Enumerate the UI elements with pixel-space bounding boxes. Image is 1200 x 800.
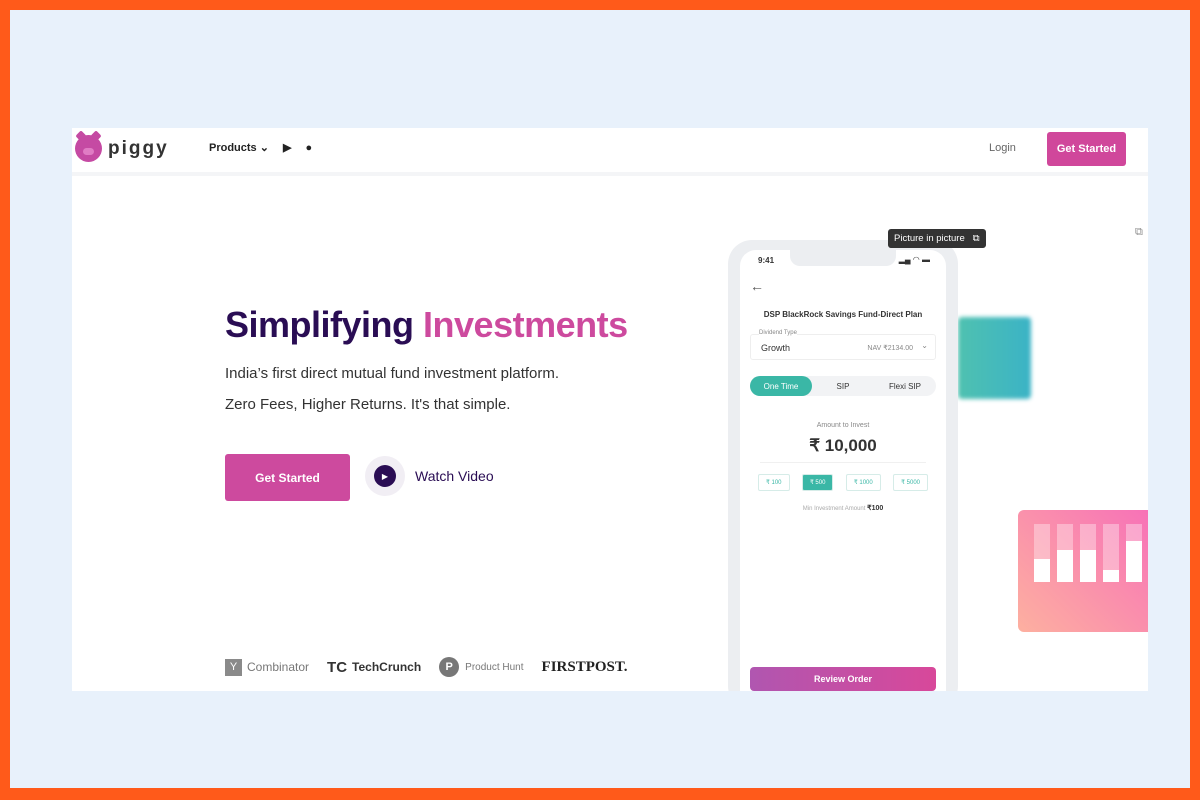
firstpost-logo: FIRSTPOST.	[541, 658, 628, 675]
watch-video-button[interactable]: ▶ Watch Video	[365, 456, 494, 496]
producthunt-logo: P Product Hunt	[439, 657, 524, 677]
pip-label: Picture in picture	[894, 233, 965, 244]
hero-title: Simplifying Investments	[225, 304, 628, 346]
amount-label: Amount to Invest	[816, 422, 870, 429]
bar-card-bar	[1057, 524, 1073, 582]
extension-icon[interactable]: ⧉	[1135, 226, 1143, 239]
login-link[interactable]: Login	[989, 142, 1016, 154]
phone-screen: 9:41 ▂▄ ◠ ▬ ← DSP BlackRock Savings Fund…	[740, 250, 946, 691]
products-label: Products	[209, 142, 257, 154]
tab-one-time[interactable]: One Time	[750, 376, 812, 396]
tab-sip[interactable]: SIP	[812, 382, 874, 391]
chevron-down-icon: ⌄	[259, 142, 269, 154]
title-part2: Investments	[423, 304, 628, 345]
chip-500[interactable]: ₹ 500	[801, 474, 834, 491]
chip-5000[interactable]: ₹ 5000	[893, 474, 928, 491]
brand-name: piggy	[108, 137, 169, 159]
chevron-down-icon: ⌄	[921, 341, 928, 350]
picture-in-picture-tooltip[interactable]: Picture in picture ⧉	[888, 229, 986, 248]
watch-video-label: Watch Video	[415, 468, 494, 484]
header: piggy Products ⌄ ▶ ● Login Get Started	[72, 128, 1148, 176]
back-arrow-icon[interactable]: ←	[750, 278, 764, 294]
amount-chips: ₹ 100 ₹ 500 ₹ 1000 ₹ 5000	[758, 474, 928, 491]
bar-card-bar	[1034, 524, 1050, 582]
dividend-select[interactable]: Dividend Type Growth NAV ₹2134.00 ⌄	[750, 330, 936, 360]
dividend-label: Dividend Type	[759, 330, 797, 336]
play-icon: ▶	[365, 456, 405, 496]
phone-time: 9:41	[758, 256, 775, 265]
min-investment: Min Investment Amount ₹100	[802, 505, 884, 512]
fund-name: DSP BlackRock Savings Fund-Direct Plan	[763, 310, 923, 319]
techcrunch-logo: TC TechCrunch	[327, 658, 422, 676]
chip-1000[interactable]: ₹ 1000	[845, 474, 881, 491]
title-part1: Simplifying	[225, 304, 414, 345]
get-started-button[interactable]: Get Started	[225, 454, 350, 501]
review-order-button[interactable]: Review Order	[750, 667, 936, 691]
pig-logo-icon	[75, 135, 102, 162]
phone-mockup: 9:41 ▂▄ ◠ ▬ ← DSP BlackRock Savings Fund…	[728, 240, 958, 691]
hero-subtitle-1: India’s first direct mutual fund investm…	[225, 365, 560, 382]
pip-icon: ⧉	[972, 233, 980, 244]
bar-card-bar	[1080, 524, 1096, 582]
bar-card-bar	[1126, 524, 1142, 582]
apple-icon[interactable]: ●	[305, 142, 312, 154]
nav: Products ⌄ ▶ ●	[209, 141, 312, 155]
web-page: piggy Products ⌄ ▶ ● Login Get Started S…	[72, 128, 1148, 691]
dividend-value: Growth	[761, 343, 791, 353]
status-icons: ▂▄ ◠ ▬	[898, 255, 930, 264]
hero-subtitle-2: Zero Fees, Higher Returns. It's that sim…	[225, 396, 511, 413]
background-frame: piggy Products ⌄ ▶ ● Login Get Started S…	[10, 10, 1190, 788]
nav-value: NAV ₹2134.00	[867, 345, 913, 352]
ycombinator-logo: Y Combinator	[225, 658, 309, 676]
header-get-started-button[interactable]: Get Started	[1047, 132, 1126, 166]
press-logos: Y Combinator TC TechCrunch P Product Hunt F…	[225, 657, 628, 677]
invest-type-tabs: One Time SIP Flexi SIP	[750, 376, 936, 396]
bar-chart-card	[1018, 510, 1148, 632]
chip-100[interactable]: ₹ 100	[758, 474, 790, 491]
products-menu[interactable]: Products ⌄	[209, 141, 269, 154]
tab-flexi-sip[interactable]: Flexi SIP	[874, 382, 936, 391]
amount-value[interactable]: ₹ 10,000	[760, 436, 926, 463]
chart-card-teal	[958, 317, 1031, 399]
logo[interactable]: piggy	[75, 135, 169, 162]
bar-card-bar	[1103, 524, 1119, 582]
play-store-icon[interactable]: ▶	[283, 141, 291, 154]
